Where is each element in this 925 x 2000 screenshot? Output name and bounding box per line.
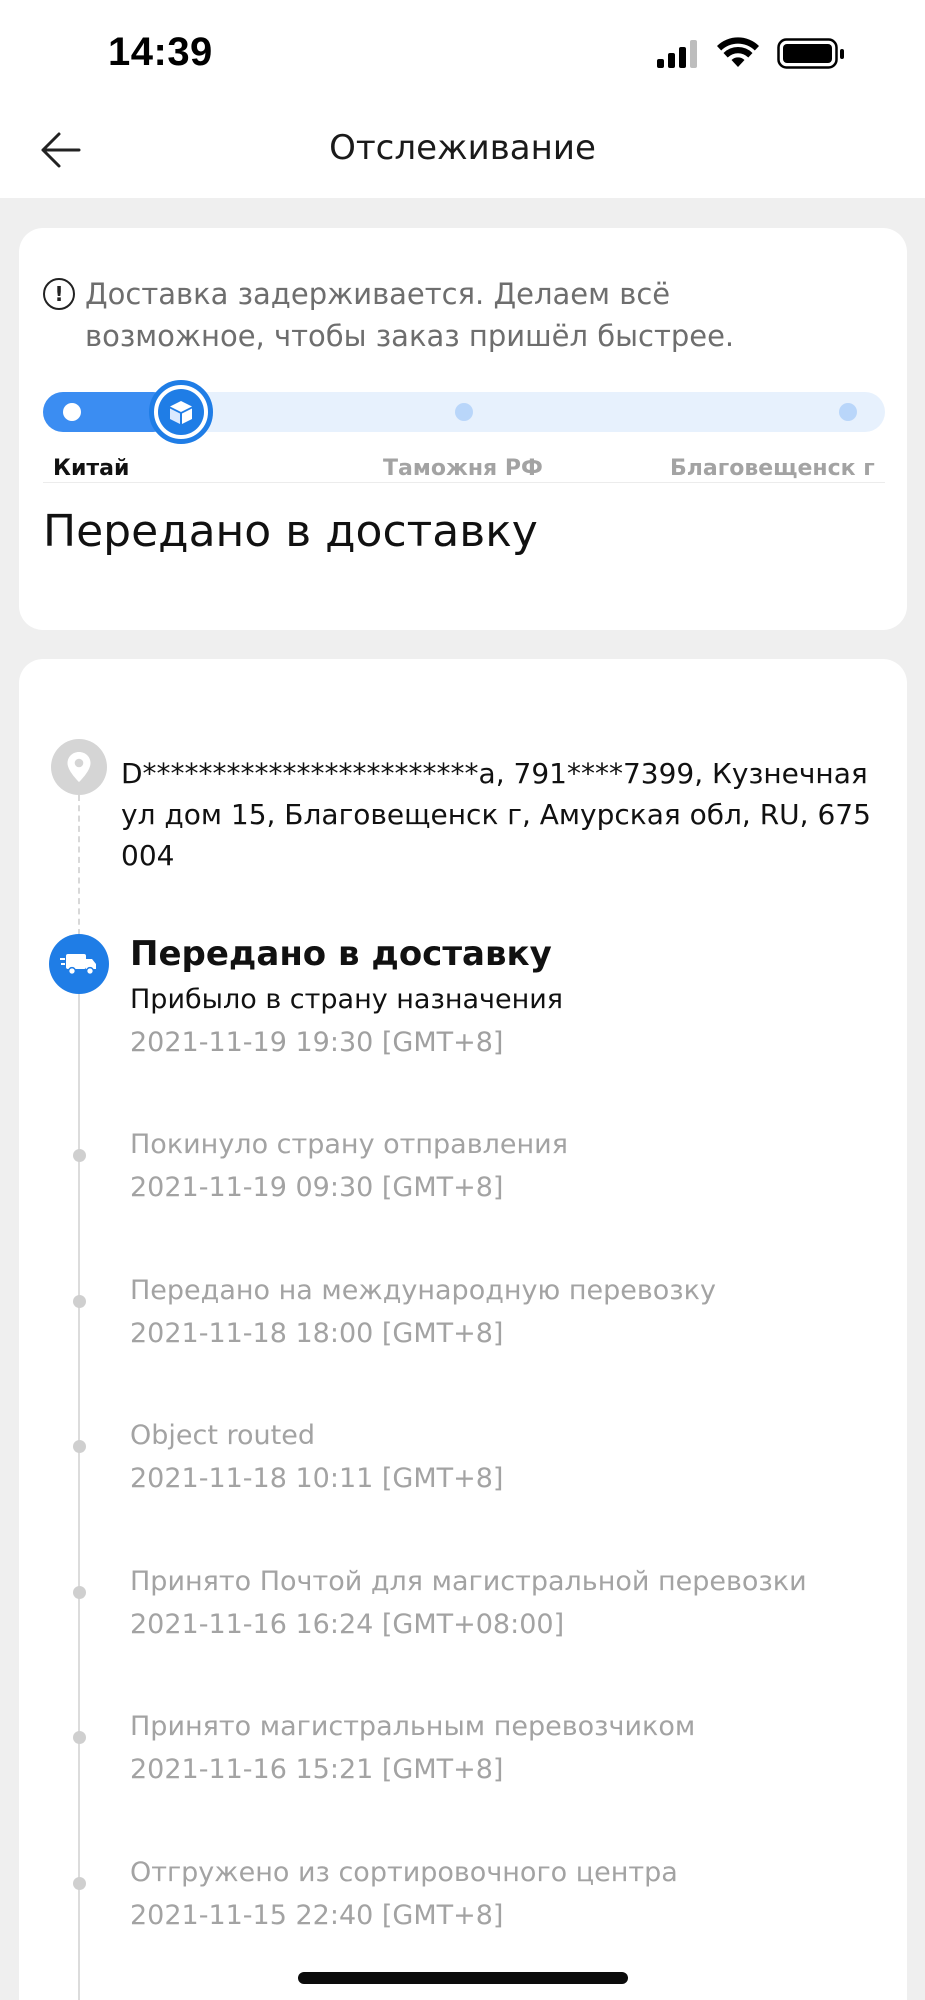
truck-icon: [60, 954, 96, 976]
delay-notice-text: Доставка задерживается. Делаем всё возмо…: [85, 277, 735, 353]
tracking-screen: 14:39 Отслеживание ! Доставка задерживае…: [0, 0, 925, 2000]
progress-track: [43, 380, 885, 444]
tracking-timeline-card: D************************а, 791****7399,…: [19, 659, 907, 2000]
event-description: Принято магистральным перевозчиком: [130, 1711, 696, 1742]
current-event-title: Передано в доставку: [130, 934, 552, 974]
current-status-title: Передано в доставку: [43, 506, 538, 557]
location-pin-icon: [67, 752, 91, 782]
delivery-status-card: ! Доставка задерживается. Делаем всё воз…: [19, 228, 907, 630]
event-time: 2021-11-16 15:21 [GMT+8]: [130, 1754, 504, 1785]
timeline-dot: [73, 1440, 86, 1453]
event-description: Покинуло страну отправления: [130, 1129, 568, 1160]
timeline-dot: [73, 1586, 86, 1599]
status-icons: [657, 36, 857, 72]
card-divider: [43, 482, 885, 483]
event-time: 2021-11-19 09:30 [GMT+8]: [130, 1172, 504, 1203]
signal-icon: [657, 40, 697, 68]
timeline-dot: [73, 1149, 86, 1162]
exclamation-circle-icon: !: [43, 278, 75, 310]
delivery-address: D************************а, 791****7399,…: [121, 757, 871, 872]
event-time: 2021-11-16 16:24 [GMT+08:00]: [130, 1609, 565, 1640]
battery-icon: [777, 38, 844, 69]
page-title: Отслеживание: [329, 128, 596, 168]
timeline-connector-dashed: [78, 795, 80, 935]
event-description: Передано на международную перевозку: [130, 1275, 716, 1306]
timeline-dot: [73, 1877, 86, 1890]
current-event-marker: [49, 934, 109, 994]
wifi-icon: [717, 37, 759, 67]
stage-label-customs: Таможня РФ: [383, 456, 543, 481]
timeline-dot: [73, 1731, 86, 1744]
current-event-description: Прибыло в страну назначения: [130, 984, 564, 1015]
stage-label-china: Китай: [53, 456, 130, 481]
event-description: Object routed: [130, 1420, 315, 1451]
progress-dot-customs: [455, 403, 473, 421]
timeline-connector: [78, 994, 80, 2000]
event-time: 2021-11-18 18:00 [GMT+8]: [130, 1318, 504, 1349]
event-description: Принято Почтой для магистральной перевоз…: [130, 1566, 807, 1597]
current-event-time: 2021-11-19 19:30 [GMT+8]: [130, 1027, 504, 1058]
app-header: Отслеживание: [0, 100, 925, 198]
status-time: 14:39: [108, 30, 213, 74]
home-indicator[interactable]: [298, 1972, 628, 1984]
event-time: 2021-11-18 10:11 [GMT+8]: [130, 1463, 504, 1494]
event-time: 2021-11-15 22:40 [GMT+8]: [130, 1900, 504, 1931]
status-bar: 14:39: [0, 0, 925, 100]
progress-dot-destination: [839, 403, 857, 421]
progress-current-marker: [149, 380, 213, 444]
address-pin: [51, 739, 107, 795]
package-icon: [170, 401, 192, 424]
timeline-dot: [73, 1295, 86, 1308]
event-description: Отгружено из сортировочного центра: [130, 1857, 678, 1888]
progress-start-dot: [63, 403, 81, 421]
stage-label-destination: Благовещенск г: [670, 456, 875, 481]
